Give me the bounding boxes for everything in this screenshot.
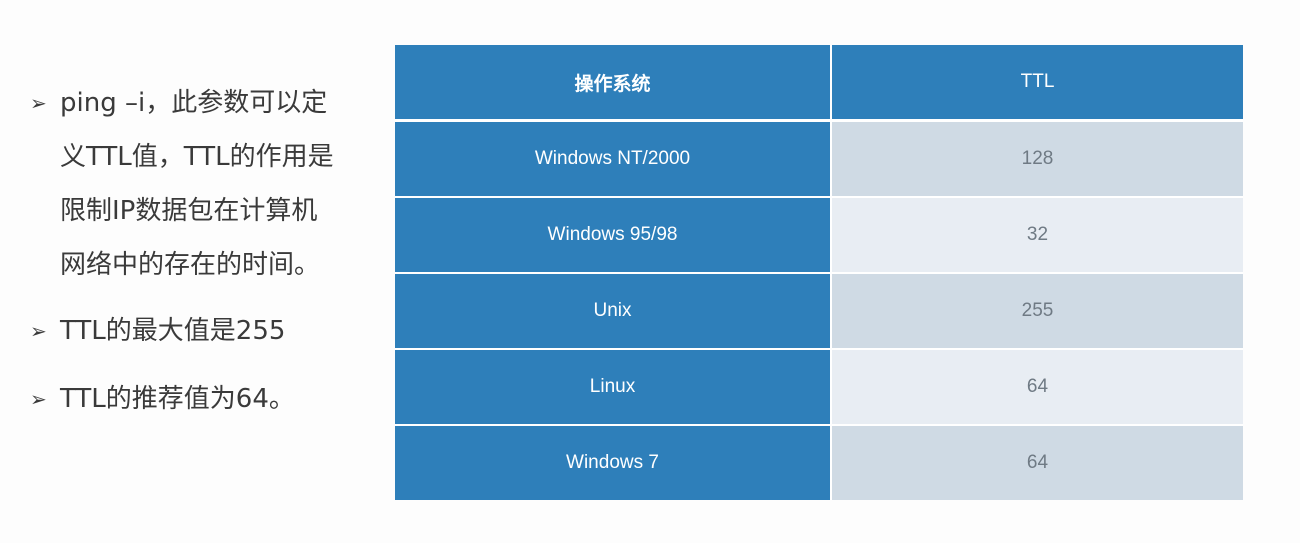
bullet-item: ➢ TTL的推荐值为64。 (30, 372, 350, 426)
ttl-cell: 64 (831, 424, 1243, 500)
bullet-text: TTL的最大值是255 (60, 316, 286, 346)
ttl-table: 操作系统 TTL Windows NT/2000 128 Windows 95/… (395, 45, 1243, 500)
bullet-list: ➢ ping –i，此参数可以定义TTL值，TTL的作用是限制IP数据包在计算机… (30, 76, 350, 426)
os-cell: Windows 7 (395, 424, 832, 500)
bullet-item: ➢ TTL的最大值是255 (30, 304, 350, 358)
bullet-text: ping –i，此参数可以定义TTL值，TTL的作用是限制IP数据包在计算机网络… (60, 88, 334, 280)
ttl-cell: 255 (831, 272, 1243, 349)
os-cell: Linux (395, 348, 832, 425)
table-row: Unix 255 (395, 272, 1243, 349)
arrow-bullet-icon: ➢ (30, 319, 47, 343)
table-row: Windows 95/98 32 (395, 196, 1243, 273)
header-ttl: TTL (831, 45, 1243, 122)
ttl-cell: 64 (831, 348, 1243, 425)
arrow-bullet-icon: ➢ (30, 387, 47, 411)
ttl-cell: 32 (831, 196, 1243, 273)
os-cell: Windows 95/98 (395, 196, 832, 273)
os-cell: Unix (395, 272, 832, 349)
arrow-bullet-icon: ➢ (30, 91, 47, 115)
table-row: Windows 7 64 (395, 424, 1243, 500)
table-header-row: 操作系统 TTL (395, 45, 1243, 122)
bullet-item: ➢ ping –i，此参数可以定义TTL值，TTL的作用是限制IP数据包在计算机… (30, 76, 350, 292)
bullet-text: TTL的推荐值为64。 (60, 384, 295, 414)
header-os: 操作系统 (395, 45, 832, 122)
table-row: Windows NT/2000 128 (395, 119, 1243, 197)
table-row: Linux 64 (395, 348, 1243, 425)
os-cell: Windows NT/2000 (395, 119, 832, 197)
ttl-cell: 128 (831, 119, 1243, 197)
